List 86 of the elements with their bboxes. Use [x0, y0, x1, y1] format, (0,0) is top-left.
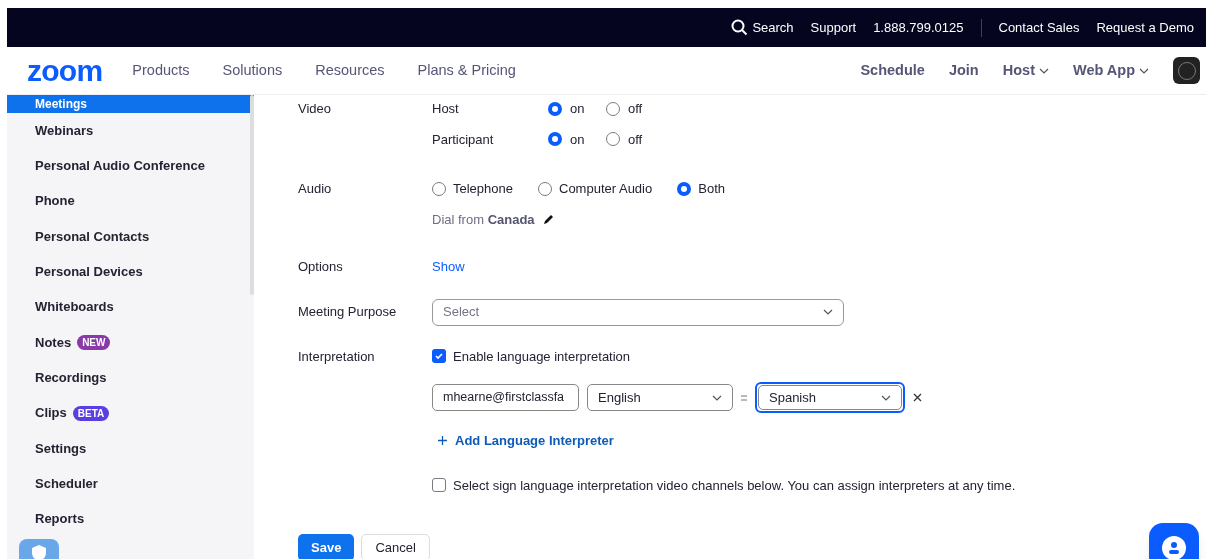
avatar-icon[interactable] — [1173, 57, 1200, 84]
sidebar-item[interactable]: Webinars — [7, 113, 254, 149]
close-icon[interactable] — [913, 393, 922, 402]
radio-button[interactable] — [432, 181, 446, 196]
sidebar-label: Personal Contacts — [35, 227, 150, 246]
email-field[interactable]: mhearne@firstclassfa — [432, 384, 579, 411]
checkbox[interactable] — [432, 349, 446, 364]
dial-from-text: Dial from Canada — [432, 210, 535, 229]
nav-link[interactable]: Resources — [315, 59, 385, 82]
sidebar-item[interactable]: Phone — [7, 183, 254, 219]
sidebar-label: Reports — [35, 510, 85, 529]
sidebar-label: Personal Devices — [35, 263, 143, 282]
radio-button[interactable] — [548, 101, 562, 116]
sidebar-label: Whiteboards — [35, 298, 114, 317]
search-icon — [731, 19, 749, 36]
sidebar-label: Meetings — [35, 96, 87, 113]
nav-link[interactable]: Plans & Pricing — [417, 59, 516, 82]
sidebar-item[interactable]: Personal Contacts — [7, 218, 254, 255]
sidebar-item[interactable]: Settings — [7, 430, 254, 466]
sidebar-item[interactable]: Recordings — [7, 360, 254, 396]
radio-label: on — [570, 130, 585, 149]
radio-button[interactable] — [538, 181, 552, 196]
sidebar-label: Phone — [35, 192, 75, 211]
sidebar-label: Recordings — [35, 368, 107, 387]
swap-icon — [741, 393, 747, 402]
sidebar-label: Personal Audio Conference — [35, 157, 205, 176]
chevron-down-icon — [881, 394, 891, 401]
logo[interactable]: zoom — [27, 55, 103, 86]
field-label: Options — [298, 258, 344, 276]
checkbox-label: Select sign language interpretation video channels below. You can assign interpreters at any time. — [453, 476, 1016, 495]
sidebar-label: Webinars — [35, 121, 94, 140]
sidebar-label: Clips — [35, 404, 67, 423]
sidebar-item[interactable]: Personal Devices — [7, 254, 254, 290]
nav-link[interactable]: Web App — [1072, 59, 1149, 82]
radio-label: Both — [698, 180, 725, 198]
check-icon — [434, 351, 444, 362]
top-link[interactable]: Request a Demo — [1096, 17, 1194, 38]
radio-button[interactable] — [548, 132, 562, 147]
plus-icon — [438, 436, 447, 446]
sidebar-item[interactable]: Personal Audio Conference — [7, 148, 254, 184]
field-label: Meeting Purpose — [298, 303, 398, 322]
purpose-select[interactable]: Select — [432, 298, 844, 326]
row-label: Participant — [432, 130, 495, 149]
nav-link[interactable]: Host — [1002, 59, 1049, 82]
search-link[interactable]: Search — [731, 17, 794, 38]
badge: BETA — [72, 405, 110, 421]
sidebar-label: Notes — [35, 333, 72, 352]
sidebar-label: Scheduler — [35, 474, 98, 493]
show-link[interactable]: Show — [432, 257, 465, 277]
sidebar-item[interactable]: Scheduler — [7, 465, 254, 502]
sidebar-label: Settings — [35, 439, 87, 458]
sidebar-item[interactable]: Whiteboards — [7, 289, 254, 325]
sidebar-item[interactable]: Notes NEW — [7, 324, 254, 361]
radio-label: on — [570, 100, 585, 118]
add-interpreter-link[interactable]: Add Language Interpreter — [438, 431, 1016, 451]
badge: NEW — [77, 334, 111, 350]
radio-label: off — [628, 130, 643, 149]
top-link[interactable]: 1.888.799.0125 — [873, 17, 964, 38]
chevron-down-icon — [823, 309, 833, 315]
sidebar-item[interactable]: Clips BETA — [7, 395, 254, 431]
checkbox[interactable] — [432, 478, 446, 493]
save-button[interactable]: Save — [298, 534, 355, 559]
language-select[interactable]: English — [587, 384, 733, 411]
nav-link[interactable]: Schedule — [860, 59, 925, 82]
field-label: Video — [298, 100, 332, 118]
sidebar-item[interactable]: Reports — [7, 501, 254, 537]
radio-label: Telephone — [453, 180, 513, 198]
radio-label: off — [628, 100, 643, 118]
radio-button[interactable] — [606, 132, 620, 147]
chevron-down-icon — [712, 394, 722, 401]
language-select[interactable]: Spanish — [755, 382, 905, 413]
pencil-icon[interactable] — [542, 213, 555, 226]
field-label: Interpretation — [298, 347, 376, 366]
field-label: Audio — [298, 180, 333, 198]
top-link[interactable]: Contact Sales — [998, 17, 1080, 38]
chat-icon[interactable] — [1149, 523, 1199, 559]
row-label: Host — [432, 100, 460, 118]
nav-link[interactable]: Join — [948, 59, 979, 82]
radio-label: Computer Audio — [559, 180, 653, 198]
cancel-button[interactable]: Cancel — [361, 534, 430, 559]
nav-link[interactable]: Products — [132, 59, 190, 82]
radio-button[interactable] — [677, 181, 692, 196]
nav-link[interactable]: Solutions — [222, 59, 283, 82]
checkbox-label: Enable language interpretation — [453, 347, 631, 366]
radio-button[interactable] — [606, 101, 620, 116]
top-link[interactable]: Support — [810, 17, 857, 38]
